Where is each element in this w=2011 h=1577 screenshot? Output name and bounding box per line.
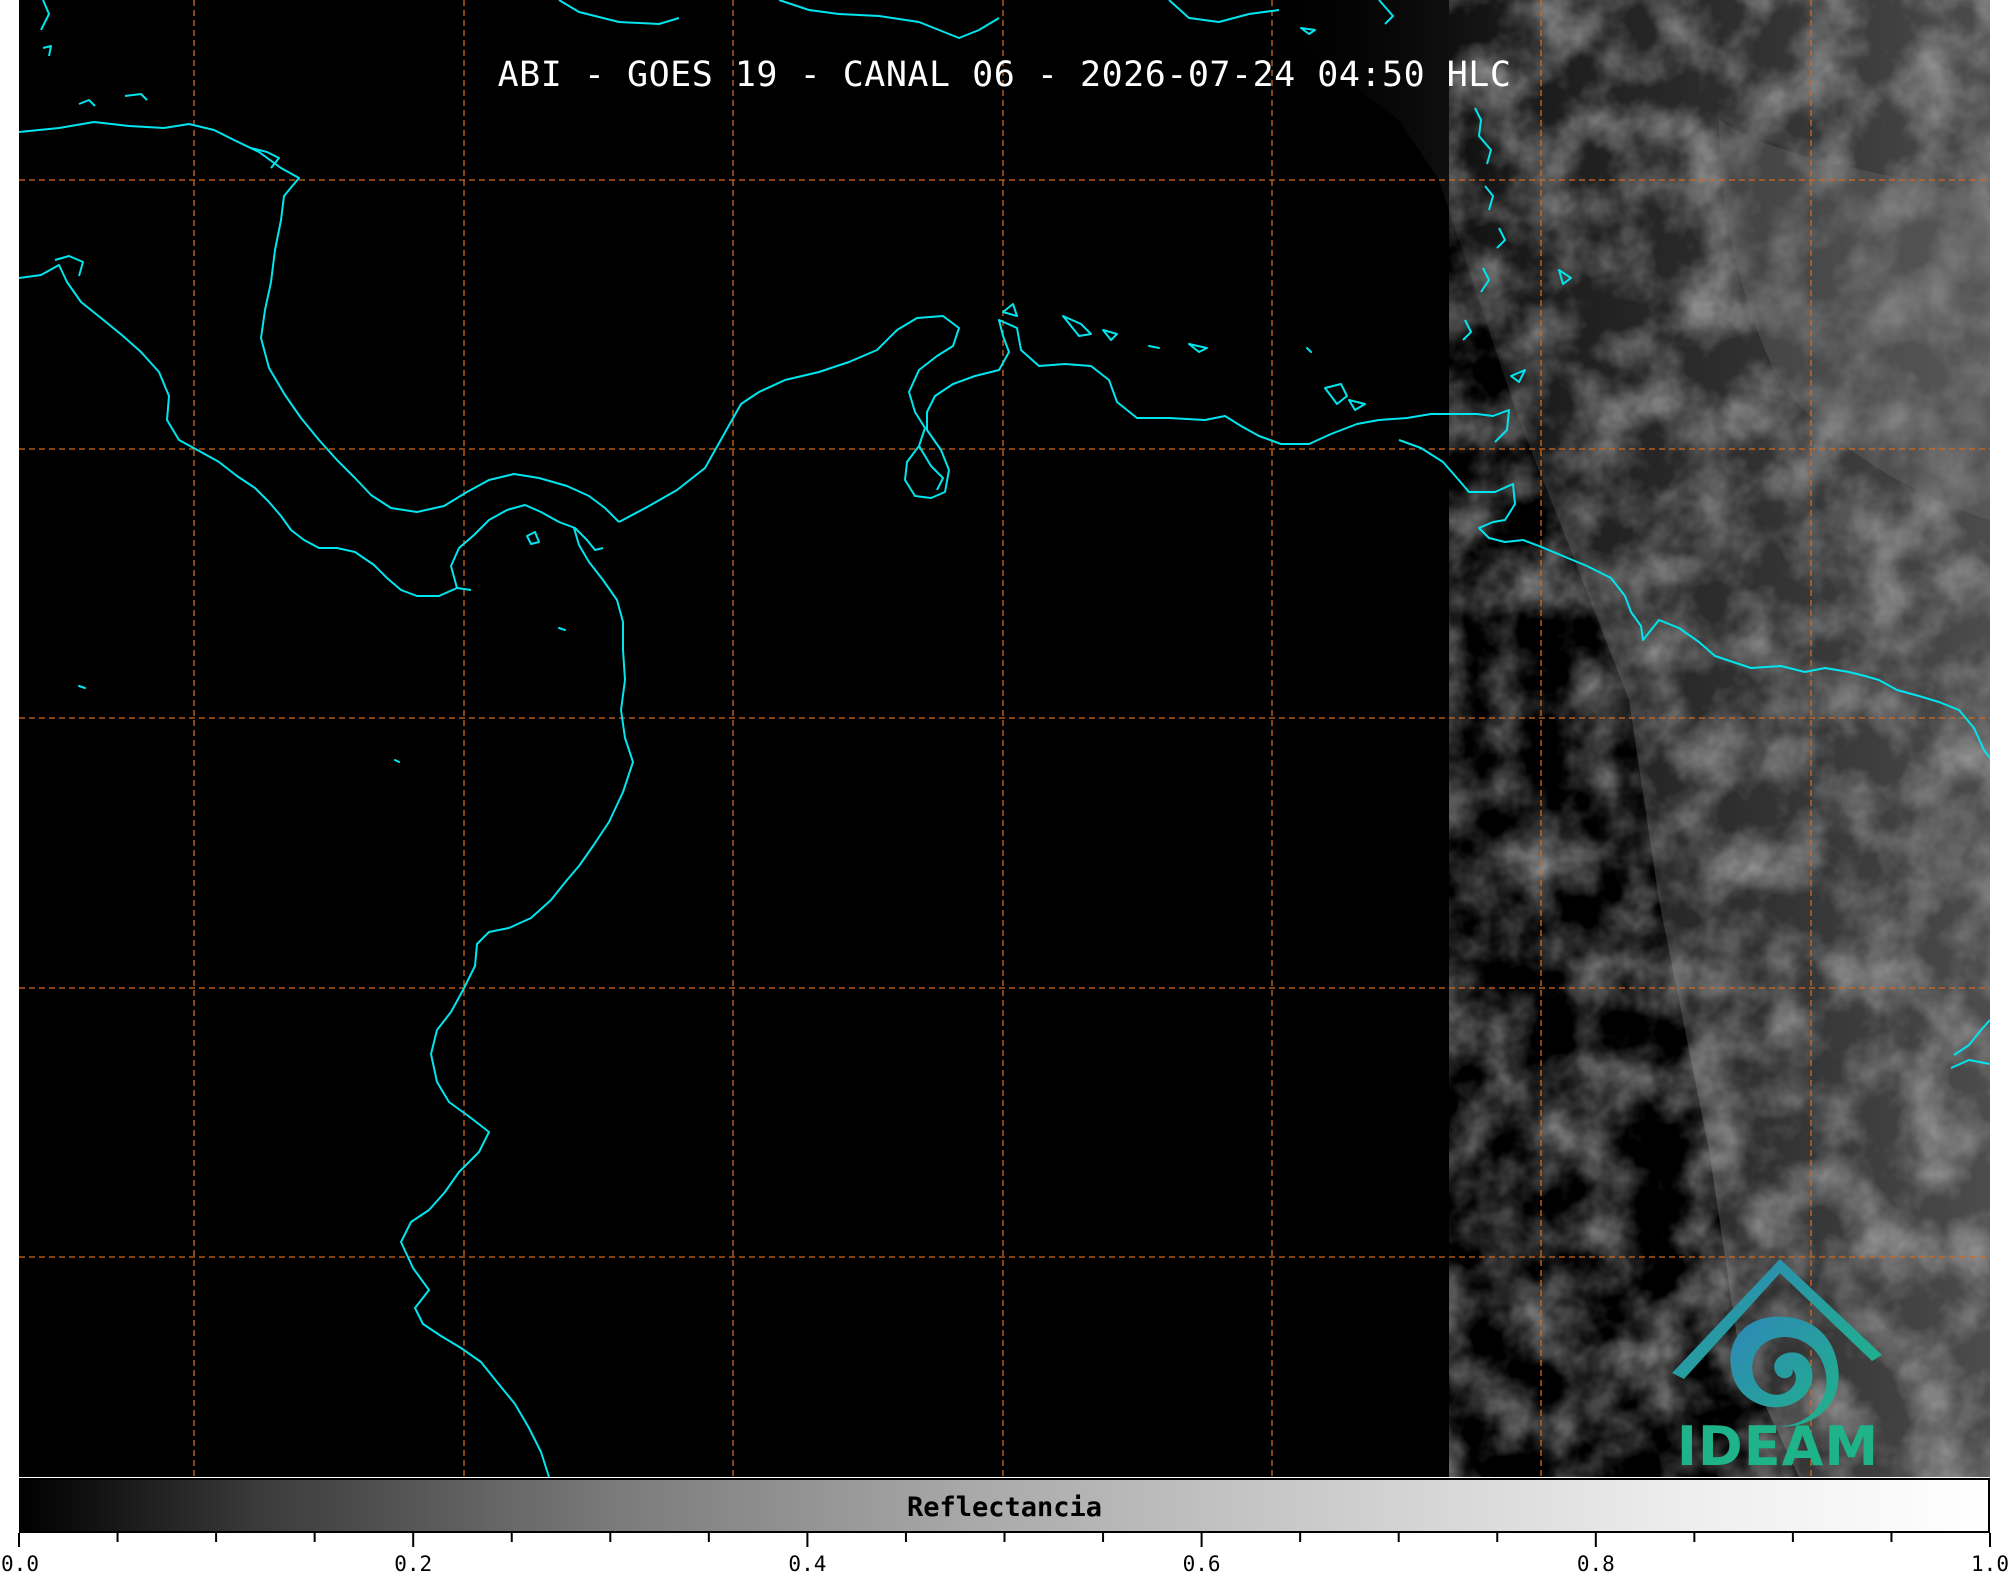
satellite-image-viewer: ABI - GOES 19 - CANAL 06 - 2026-07-24 04… [0,0,2011,1577]
colorbar-label: Reflectancia [906,1492,1103,1523]
colorbar: Reflectancia [19,1478,1990,1533]
colorbar-tick-label: 0.6 [1182,1552,1221,1576]
map-title: ABI - GOES 19 - CANAL 06 - 2026-07-24 04… [497,55,1512,95]
colorbar-tick-label: 0.4 [788,1552,827,1576]
colorbar-tick-label: 0.0 [1,1552,39,1576]
colorbar-tick-label: 0.8 [1576,1552,1615,1576]
colorbar-ticks [18,1533,1991,1547]
colorbar-tick-label: 0.2 [394,1552,433,1576]
ideam-logo-text: IDEAM [1676,1415,1880,1478]
colorbar-tick-label: 1.0 [1971,1552,2009,1576]
